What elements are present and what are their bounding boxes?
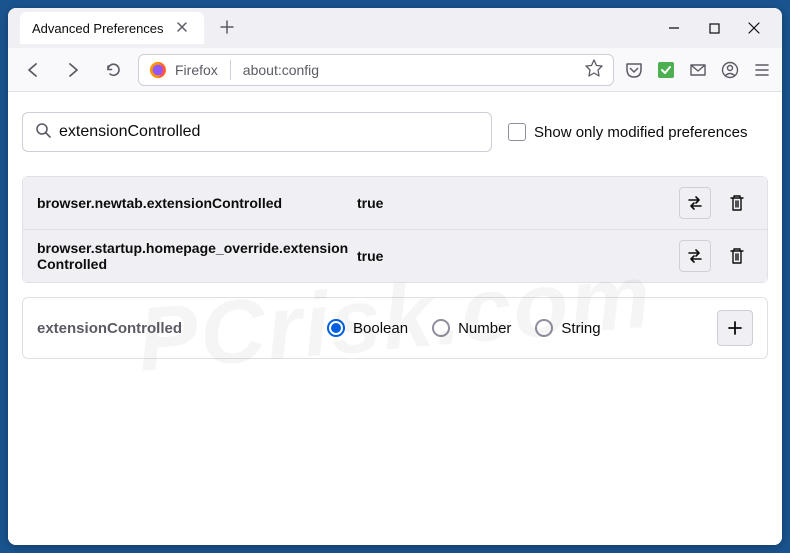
firefox-logo-icon xyxy=(149,61,167,79)
back-button[interactable] xyxy=(18,55,48,85)
tab-label: Advanced Preferences xyxy=(32,21,164,36)
arrow-right-icon xyxy=(64,61,82,79)
show-modified-checkbox[interactable]: Show only modified preferences xyxy=(508,123,747,141)
mail-icon xyxy=(689,61,707,79)
radio-label: Boolean xyxy=(353,320,408,337)
star-icon xyxy=(585,59,603,77)
tab-close-button[interactable] xyxy=(172,20,192,36)
close-icon xyxy=(176,21,188,33)
add-pref-name: extensionControlled xyxy=(37,320,327,337)
minimize-icon xyxy=(668,22,680,34)
trash-icon xyxy=(729,247,745,265)
radio-label: String xyxy=(561,320,600,337)
toggle-button[interactable] xyxy=(679,240,711,272)
search-input[interactable] xyxy=(59,123,479,141)
checkbox-label: Show only modified preferences xyxy=(534,124,747,141)
toggle-button[interactable] xyxy=(679,187,711,219)
browser-window: Advanced Preferences xyxy=(8,8,782,545)
pref-row[interactable]: browser.newtab.extensionControlled true xyxy=(23,177,767,230)
url-brand-label: Firefox xyxy=(175,62,218,78)
window-controls xyxy=(662,16,778,40)
add-preference-row: extensionControlled Boolean Number Strin… xyxy=(22,297,768,359)
type-radio-group: Boolean Number String xyxy=(327,319,717,337)
nav-toolbar: Firefox about:config xyxy=(8,48,782,92)
radio-number[interactable]: Number xyxy=(432,319,511,337)
reload-icon xyxy=(105,61,122,78)
new-tab-button[interactable] xyxy=(212,14,242,43)
preferences-table: browser.newtab.extensionControlled true … xyxy=(22,176,768,283)
toggle-icon xyxy=(686,247,704,265)
account-icon xyxy=(721,61,739,79)
arrow-left-icon xyxy=(24,61,42,79)
plus-icon xyxy=(220,20,234,34)
radio-label: Number xyxy=(458,320,511,337)
trash-icon xyxy=(729,194,745,212)
hamburger-icon xyxy=(754,62,770,78)
url-bar[interactable]: Firefox about:config xyxy=(138,54,614,86)
maximize-button[interactable] xyxy=(702,16,726,40)
radio-icon xyxy=(535,319,553,337)
account-button[interactable] xyxy=(720,60,740,80)
add-button[interactable] xyxy=(717,310,753,346)
close-window-button[interactable] xyxy=(742,16,766,40)
app-menu-button[interactable] xyxy=(752,60,772,80)
close-icon xyxy=(748,22,760,34)
pref-name: browser.startup.homepage_override.extens… xyxy=(37,240,357,272)
radio-icon xyxy=(327,319,345,337)
delete-button[interactable] xyxy=(721,187,753,219)
toggle-icon xyxy=(686,194,704,212)
url-text: about:config xyxy=(243,62,319,78)
search-box[interactable] xyxy=(22,112,492,152)
radio-boolean[interactable]: Boolean xyxy=(327,319,408,337)
forward-button[interactable] xyxy=(58,55,88,85)
pocket-button[interactable] xyxy=(624,60,644,80)
search-row: Show only modified preferences xyxy=(22,112,768,152)
pref-name: browser.newtab.extensionControlled xyxy=(37,195,357,211)
titlebar: Advanced Preferences xyxy=(8,8,782,48)
toolbar-extensions xyxy=(624,60,772,80)
tab-advanced-preferences[interactable]: Advanced Preferences xyxy=(20,12,204,44)
mail-button[interactable] xyxy=(688,60,708,80)
delete-button[interactable] xyxy=(721,240,753,272)
radio-string[interactable]: String xyxy=(535,319,600,337)
pocket-icon xyxy=(625,61,643,79)
checkbox-icon xyxy=(508,123,526,141)
plus-icon xyxy=(727,320,743,336)
about-config-content: PCrisk.com Show only modified preference… xyxy=(8,92,782,545)
extension-green-button[interactable] xyxy=(656,60,676,80)
bookmark-button[interactable] xyxy=(585,59,603,80)
maximize-icon xyxy=(709,23,720,34)
minimize-button[interactable] xyxy=(662,16,686,40)
pref-value: true xyxy=(357,248,679,264)
extension-icon xyxy=(657,61,675,79)
radio-icon xyxy=(432,319,450,337)
reload-button[interactable] xyxy=(98,55,128,85)
pref-row[interactable]: browser.startup.homepage_override.extens… xyxy=(23,230,767,282)
pref-value: true xyxy=(357,195,679,211)
search-icon xyxy=(35,122,51,143)
